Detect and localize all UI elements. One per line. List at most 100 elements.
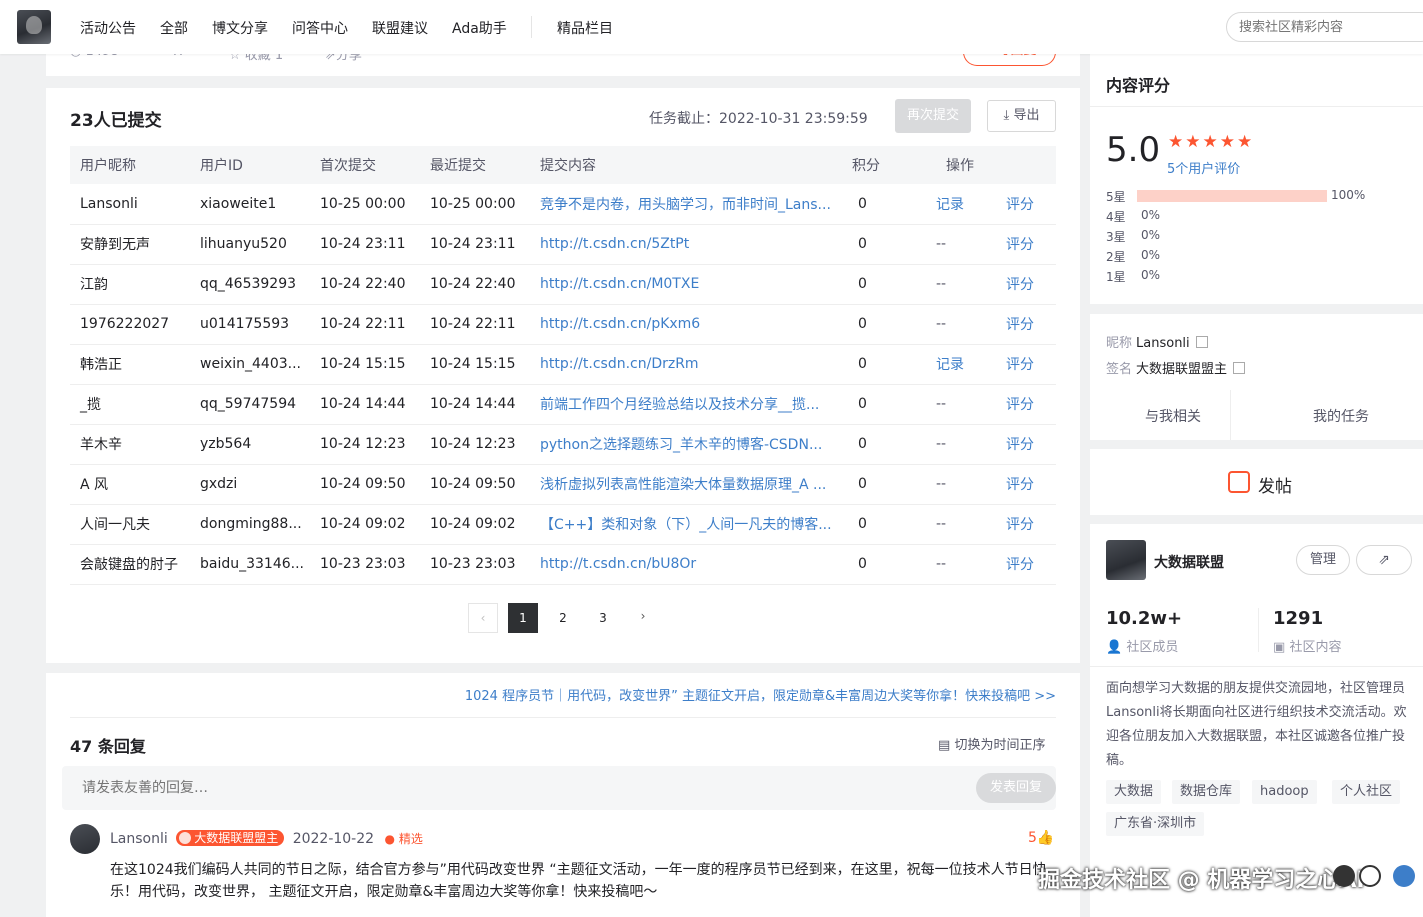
submissions-card: 23人已提交 任务截止：2022-10-31 23:59:59 再次提交 ⤓ 导… — [46, 88, 1080, 663]
cell-nickname: 江韵 — [70, 264, 190, 305]
share-icon[interactable]: ⇗ — [1356, 545, 1412, 575]
cell-userid: dongming88... — [190, 504, 310, 545]
cell-first-submit: 10-25 00:00 — [310, 184, 420, 225]
profile-tabs: 与我相关 我的任务 — [1090, 390, 1423, 440]
nav-item-ada[interactable]: Ada助手 — [452, 18, 507, 38]
cell-rate[interactable]: 评分 — [976, 384, 1056, 425]
cell-rate[interactable]: 评分 — [976, 264, 1056, 305]
rating-count[interactable]: 5个用户评价 — [1167, 158, 1240, 177]
cell-first-submit: 10-24 15:15 — [310, 344, 420, 385]
community-tag[interactable]: 大数据 — [1106, 780, 1162, 804]
event-banner-link[interactable]: 1024 程序员节｜用代码，改变世界” 主题征文开启，限定勋章&丰富周边大奖等你… — [46, 685, 1056, 704]
cell-rate[interactable]: 评分 — [976, 544, 1056, 585]
cell-content[interactable]: http://t.csdn.cn/pKxm6 — [530, 304, 842, 345]
cell-content[interactable]: python之选择题练习_羊木辛的博客-CSDN... — [530, 424, 842, 465]
avatar[interactable] — [70, 824, 100, 854]
cell-content[interactable]: http://t.csdn.cn/bU8Or — [530, 544, 842, 585]
edit-icon[interactable] — [1195, 336, 1208, 348]
cell-last-submit: 10-24 22:11 — [420, 304, 530, 345]
post-reply-button[interactable]: 发表回复 — [976, 773, 1056, 803]
table-row: Lansonli xiaoweite1 10-25 00:00 10-25 00:00… — [70, 184, 1056, 225]
cell-content[interactable]: 【C++】类和对象（下）_人间一凡夫的博客... — [530, 504, 842, 545]
nav-item-announcements[interactable]: 活动公告 — [80, 18, 136, 38]
download-icon: ⤓ — [1003, 108, 1010, 123]
cell-record: -- — [906, 384, 976, 425]
divider — [1258, 608, 1259, 652]
community-avatar[interactable] — [1106, 540, 1146, 580]
cell-content[interactable]: http://t.csdn.cn/5ZtPt — [530, 224, 842, 265]
rating-row-label: 2星 — [1106, 250, 1126, 264]
community-logo[interactable] — [17, 10, 51, 44]
tab-my-tasks[interactable]: 我的任务 — [1313, 406, 1369, 426]
cell-rate[interactable]: 评分 — [976, 464, 1056, 505]
cell-points: 0 — [842, 424, 906, 465]
cell-record[interactable]: 记录 — [906, 184, 976, 225]
pager-next[interactable]: › — [628, 601, 658, 631]
cell-rate[interactable]: 评分 — [976, 424, 1056, 465]
nav-item-suggestions[interactable]: 联盟建议 — [372, 18, 428, 38]
community-tag[interactable]: hadoop — [1252, 780, 1317, 804]
replies-count-title: 47 条回复 — [70, 737, 146, 756]
contents-label: 社区内容 — [1289, 640, 1342, 655]
export-button[interactable]: ⤓ 导出 — [987, 100, 1056, 132]
cell-content[interactable]: 竞争不是内卷，用头脑学习，而非时间_Lans... — [530, 184, 842, 225]
cell-rate[interactable]: 评分 — [976, 184, 1056, 225]
pager-page-3[interactable]: 3 — [588, 603, 618, 633]
new-post-button[interactable]: 发帖 — [1090, 449, 1423, 515]
table-header: 用户昵称 用户ID 首次提交 最近提交 提交内容 积分 操作 — [70, 146, 1056, 184]
rating-row-label: 3星 — [1106, 230, 1126, 244]
sort-label: 切换为时间正序 — [954, 738, 1046, 753]
pager-page-1[interactable]: 1 — [508, 603, 538, 633]
cell-record: -- — [906, 544, 976, 585]
comment-author[interactable]: Lansonli — [110, 831, 168, 847]
watermark-icon — [1359, 865, 1381, 887]
search-input[interactable] — [1226, 12, 1423, 42]
cell-userid: qq_46539293 — [190, 264, 310, 305]
tab-related[interactable]: 与我相关 — [1145, 406, 1201, 426]
community-tag[interactable]: 个人社区 — [1332, 780, 1401, 804]
cell-rate[interactable]: 评分 — [976, 504, 1056, 545]
pager-page-2[interactable]: 2 — [548, 603, 578, 633]
edit-icon[interactable] — [1233, 362, 1246, 374]
reply-input[interactable] — [62, 766, 1056, 810]
like-button[interactable]: 5👍 — [1028, 830, 1054, 846]
members-icon: 👤 — [1106, 640, 1123, 655]
sort-toggle[interactable]: ▤ 切换为时间正序 — [938, 734, 1045, 753]
resubmit-button[interactable]: 再次提交 — [895, 99, 971, 133]
signature-row: 签名 大数据联盟盟主 — [1106, 358, 1246, 377]
manage-button[interactable]: 管理 — [1296, 545, 1350, 575]
cell-last-submit: 10-23 23:03 — [420, 544, 530, 585]
cell-record[interactable]: 记录 — [906, 344, 976, 385]
nav-item-qa[interactable]: 问答中心 — [292, 18, 348, 38]
location-tag[interactable]: 广东省·深圳市 — [1106, 812, 1205, 836]
cell-rate[interactable]: 评分 — [976, 344, 1056, 385]
cell-content[interactable]: 前端工作四个月经验总结以及技术分享__揽... — [530, 384, 842, 425]
nav-item-all[interactable]: 全部 — [160, 18, 188, 38]
cell-userid: qq_59747594 — [190, 384, 310, 425]
cell-rate[interactable]: 评分 — [976, 304, 1056, 345]
rating-row-label: 4星 — [1106, 210, 1126, 224]
cell-nickname: 人间一凡夫 — [70, 504, 190, 545]
nav-item-featured[interactable]: 精品栏目 — [557, 18, 613, 38]
community-tag[interactable]: 数据仓库 — [1172, 780, 1241, 804]
cell-record: -- — [906, 224, 976, 265]
table-row: _揽 qq_59747594 10-24 14:44 10-24 14:44 前端工作四… — [70, 384, 1056, 425]
community-name[interactable]: 大数据联盟 — [1154, 552, 1224, 572]
nav-item-blog-share[interactable]: 博文分享 — [212, 18, 268, 38]
rating-stars: ★★★★★ — [1168, 132, 1255, 152]
pager-prev[interactable]: ‹ — [468, 603, 498, 633]
table-row: 1976222027 u014175593 10-24 22:11 10-24 22:… — [70, 304, 1056, 345]
rating-row-percent: 0% — [1141, 248, 1161, 262]
cell-rate[interactable]: 评分 — [976, 224, 1056, 265]
cell-points: 0 — [842, 264, 906, 305]
submissions-title: 23人已提交 — [70, 111, 162, 131]
cell-content[interactable]: http://t.csdn.cn/DrzRm — [530, 344, 842, 385]
sort-icon: ▤ — [938, 738, 951, 753]
cell-content[interactable]: 浅析虚拟列表高性能渲染大体量数据原理_A ... — [530, 464, 842, 505]
cell-content[interactable]: http://t.csdn.cn/M0TXE — [530, 264, 842, 305]
export-label: 导出 — [1013, 108, 1040, 123]
cell-points: 0 — [842, 304, 906, 345]
role-badge: 大数据联盟盟主 — [176, 830, 285, 846]
divider — [70, 717, 1056, 718]
col-last-submit: 最近提交 — [420, 146, 530, 184]
